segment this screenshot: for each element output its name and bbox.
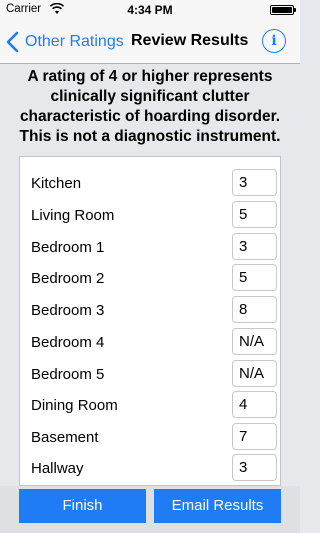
- rating-value: 3: [232, 169, 277, 196]
- rating-disclaimer: A rating of 4 or higher represents clini…: [8, 67, 292, 147]
- rating-value: 3: [232, 233, 277, 260]
- room-label: Hallway: [31, 460, 84, 477]
- disclaimer-line: clinically significant clutter: [50, 88, 250, 105]
- room-label: Living Room: [31, 207, 115, 224]
- rating-value: 4: [232, 391, 277, 418]
- battery-level-fill: [272, 7, 292, 13]
- footer-toolbar: Finish Email Results: [0, 486, 300, 533]
- status-bar: Carrier 4:34 PM: [0, 0, 300, 20]
- result-row-dining-room: Dining Room 4: [20, 390, 280, 422]
- rating-value: N/A: [232, 360, 277, 387]
- rating-value: 5: [232, 201, 277, 228]
- rating-value: 8: [232, 296, 277, 323]
- result-row-bedroom-3: Bedroom 3 8: [20, 295, 280, 327]
- room-label: Basement: [31, 429, 99, 446]
- rating-value: 3: [232, 454, 277, 481]
- disclaimer-line: This is not a diagnostic instrument.: [19, 128, 281, 145]
- result-row-hallway: Hallway 3: [20, 453, 280, 485]
- disclaimer-line: characteristic of hoarding disorder.: [19, 108, 281, 125]
- back-button[interactable]: Other Ratings: [6, 29, 124, 55]
- room-label: Bedroom 3: [31, 302, 105, 319]
- room-label: Dining Room: [31, 397, 118, 414]
- disclaimer-line: A rating of 4 or higher represents: [27, 68, 273, 85]
- results-list[interactable]: Kitchen 3 Living Room 5 Bedroom 1 3 Bedr…: [19, 156, 281, 486]
- result-row-basement: Basement 7: [20, 422, 280, 454]
- room-label: Bedroom 2: [31, 270, 105, 287]
- room-label: Bedroom 5: [31, 366, 105, 383]
- battery-icon: [270, 5, 296, 15]
- rating-value: 7: [232, 423, 277, 450]
- navigation-bar: Other Ratings Review Results i: [0, 20, 300, 64]
- room-label: Bedroom 1: [31, 239, 105, 256]
- result-row-bedroom-5: Bedroom 5 N/A: [20, 359, 280, 391]
- room-label: Kitchen: [31, 175, 82, 192]
- status-time: 4:34 PM: [127, 3, 173, 17]
- back-button-label: Other Ratings: [25, 33, 124, 50]
- email-results-button[interactable]: Email Results: [154, 489, 281, 523]
- rating-value: N/A: [232, 328, 277, 355]
- finish-button[interactable]: Finish: [19, 489, 146, 523]
- rating-value: 5: [232, 264, 277, 291]
- result-row-bedroom-2: Bedroom 2 5: [20, 263, 280, 295]
- result-row-kitchen: Kitchen 3: [20, 168, 280, 200]
- result-row-bedroom-4: Bedroom 4 N/A: [20, 327, 280, 359]
- result-row-living-room: Living Room 5: [20, 200, 280, 232]
- chevron-left-icon: [6, 31, 19, 53]
- info-icon-glyph: i: [271, 33, 277, 49]
- page-title: Review Results: [131, 32, 249, 49]
- result-row-bedroom-1: Bedroom 1 3: [20, 232, 280, 264]
- room-label: Bedroom 4: [31, 334, 105, 351]
- info-icon[interactable]: i: [262, 29, 286, 53]
